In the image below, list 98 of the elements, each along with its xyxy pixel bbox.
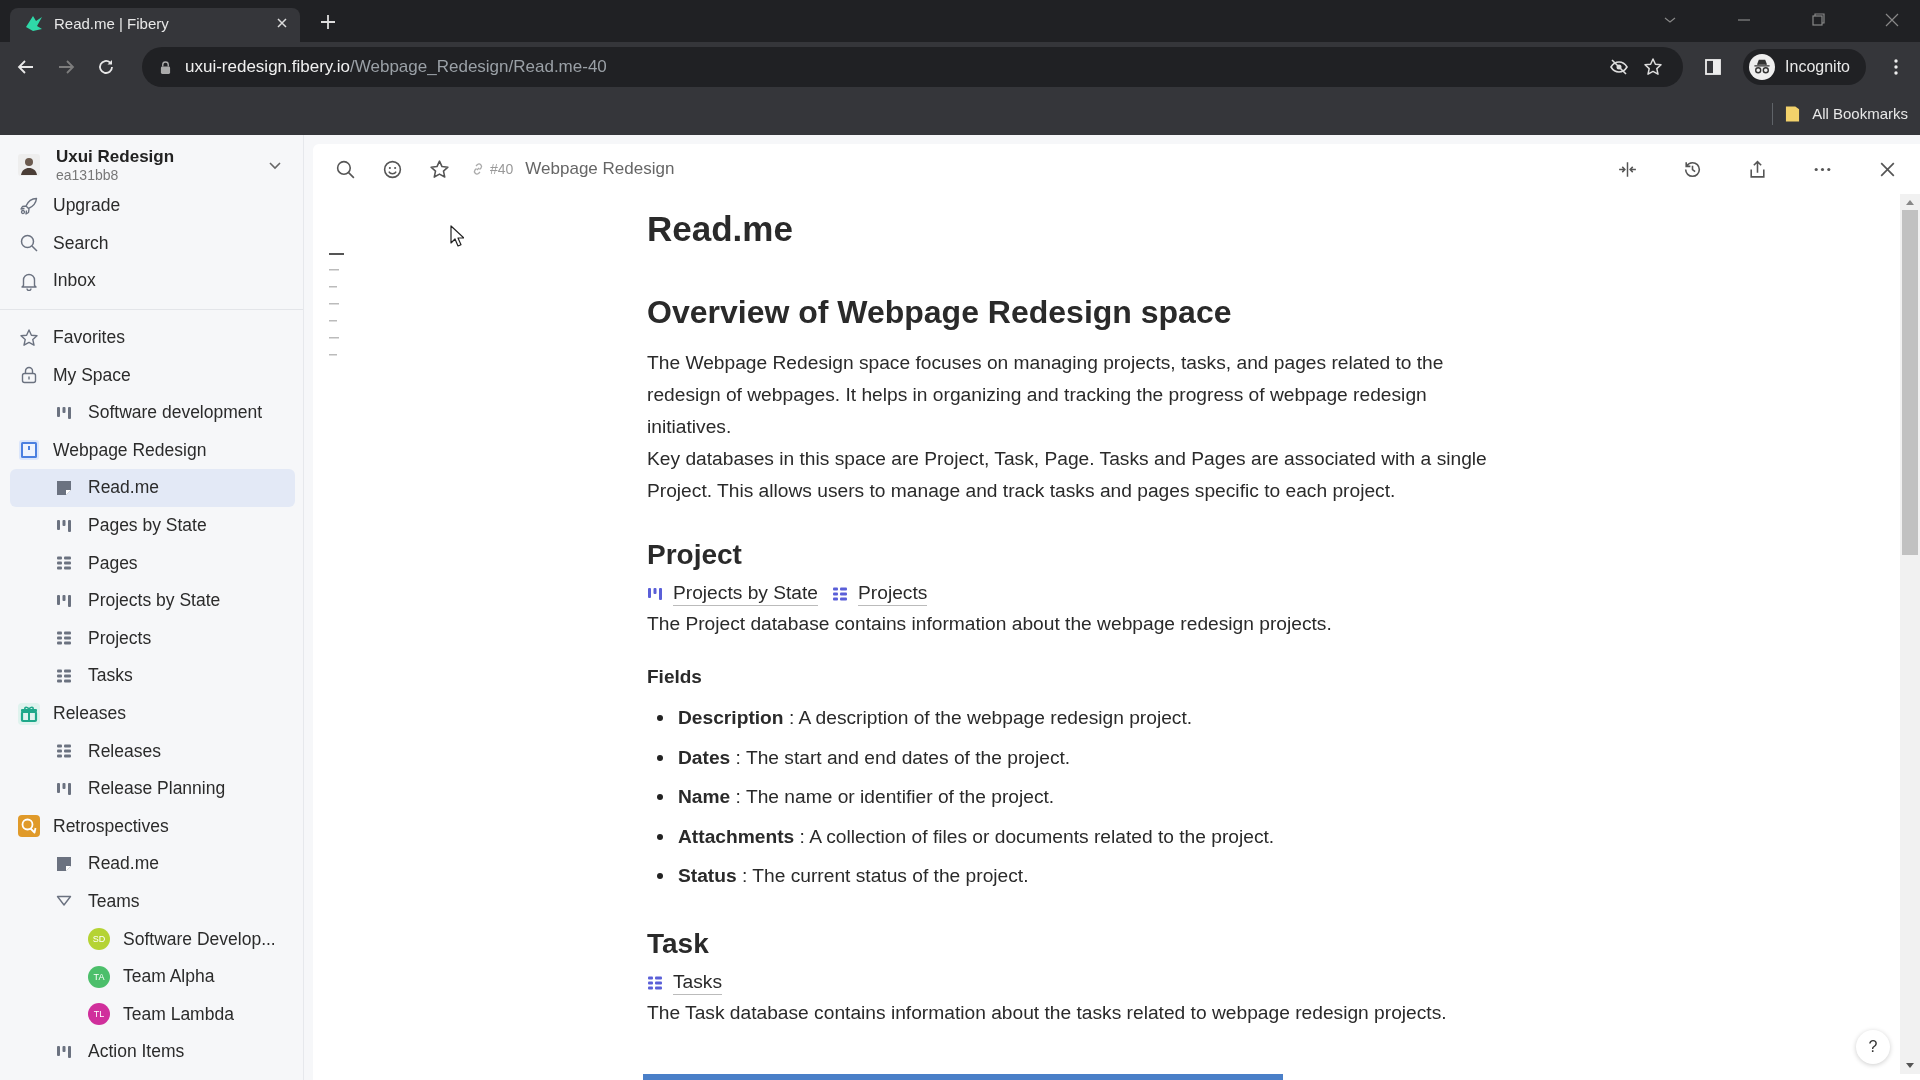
- table-icon: [647, 974, 663, 991]
- sidebar-item[interactable]: Read.me: [10, 845, 295, 883]
- vertical-scrollbar-thumb[interactable]: [1902, 210, 1918, 555]
- sidebar-item[interactable]: Projects: [10, 619, 295, 658]
- table-icon: [56, 630, 72, 647]
- board-icon: [56, 592, 72, 609]
- bullet-icon: [657, 794, 663, 801]
- bullet-icon: [657, 833, 663, 840]
- sidebar-item[interactable]: Releases: [10, 732, 295, 770]
- section-heading: Overview of Webpage Redesign space: [647, 292, 1233, 332]
- lock-icon: [19, 365, 39, 386]
- document-icon: [56, 855, 72, 872]
- breadcrumb-link[interactable]: Webpage Redesign: [525, 159, 675, 179]
- horizontal-scrollbar-thumb[interactable]: [643, 1074, 1283, 1080]
- board-icon: [56, 1043, 72, 1060]
- database-link[interactable]: Projects: [858, 581, 928, 607]
- board-icon: [56, 780, 72, 797]
- table-icon: [56, 667, 72, 684]
- share-icon[interactable]: [1747, 158, 1768, 180]
- bell-icon: [19, 271, 39, 291]
- search-icon[interactable]: [335, 158, 356, 180]
- team-avatar: TA: [88, 965, 110, 988]
- smiley-icon[interactable]: [382, 158, 403, 180]
- address-bar[interactable]: uxui-redesign.fibery.io/Webpage_Redesign/Read.me-40: [142, 47, 1684, 87]
- sidebar-item[interactable]: Read.me: [10, 469, 295, 507]
- bullet-icon: [657, 754, 663, 761]
- sidebar-item[interactable]: Teams: [10, 882, 295, 921]
- sidebar-item[interactable]: Retrospectives: [10, 807, 295, 846]
- document-title: Read.me: [647, 208, 794, 250]
- section-heading: Project: [647, 538, 743, 573]
- workspace-id: ea131bb8: [56, 167, 120, 183]
- list-item: Dates : The start and end dates of the project.: [678, 746, 1071, 770]
- sidebar-item[interactable]: Action Items: [10, 1033, 295, 1071]
- sidebar-nav-item[interactable]: Inbox: [10, 262, 295, 300]
- bullet-icon: [657, 873, 663, 880]
- sidebar-item[interactable]: Webpage Redesign: [10, 431, 295, 470]
- paragraph: The Project database contains information about the webpage redesign projects.: [647, 612, 1333, 637]
- folder-icon: [1785, 104, 1801, 123]
- url-text: uxui-redesign.fibery.io/Webpage_Redesign/Read.me-40: [185, 57, 607, 77]
- table-icon: [56, 555, 72, 572]
- close-tab-icon[interactable]: [276, 17, 288, 29]
- team-avatar: TL: [88, 1003, 110, 1026]
- sidebar-nav-item[interactable]: Upgrade: [10, 187, 295, 225]
- board-icon: [56, 517, 72, 534]
- sidebar-item[interactable]: Releases: [10, 694, 295, 733]
- search-icon: [19, 233, 39, 254]
- help-button[interactable]: ?: [1856, 1030, 1890, 1064]
- board-icon: [56, 404, 72, 421]
- sidebar-item[interactable]: SD Software Develop...: [10, 920, 295, 958]
- section-heading: Task: [647, 927, 710, 961]
- table-icon: [56, 743, 72, 760]
- lock-icon: [160, 60, 171, 74]
- workspace-name: Uxui Redesign: [56, 147, 176, 167]
- sidebar-item[interactable]: TL Team Lambda: [10, 995, 295, 1034]
- paragraph: The Task database contains information about the tasks related to webpage redesign projects.: [647, 1001, 1448, 1026]
- profile-button[interactable]: Incognito: [1743, 49, 1866, 85]
- list-item: Attachments : A collection of files or documents related to the project.: [678, 825, 1275, 849]
- list-item: Status : The current status of the project.: [678, 864, 1029, 889]
- sidebar-item[interactable]: Pages: [10, 544, 295, 582]
- user-avatar: [18, 154, 40, 176]
- sidebar-item[interactable]: Tasks: [10, 657, 295, 695]
- workspace-switcher[interactable]: Uxui Redesign ea131bb8: [10, 141, 295, 187]
- sidebar-item[interactable]: Favorites: [10, 318, 295, 357]
- sidebar-item[interactable]: Release Planning: [10, 769, 295, 808]
- sidebar-item[interactable]: Projects by State: [10, 581, 295, 620]
- paragraph: Key databases in this space are Project, Task, Page. Tasks and Pages are associated with a single Project. This allows users to manage and track tasks and pages specific to each project.: [647, 447, 1488, 504]
- team-avatar: SD: [88, 928, 110, 951]
- scroll-up-icon[interactable]: [1905, 198, 1915, 206]
- sidebar-item[interactable]: Software development: [10, 393, 295, 432]
- database-link[interactable]: Tasks: [673, 970, 723, 996]
- bookmark-star-icon[interactable]: [1643, 57, 1664, 77]
- incognito-icon: [1749, 54, 1776, 80]
- rocket-icon: [19, 195, 39, 216]
- list-item: Description : A description of the webpage redesign project.: [678, 706, 1193, 731]
- browser-tab[interactable]: Read.me | Fibery: [10, 8, 300, 42]
- sidebar-item[interactable]: My Space: [10, 356, 295, 394]
- new-tab-icon[interactable]: [320, 14, 336, 30]
- table-icon: [832, 586, 849, 602]
- restore-icon[interactable]: [1810, 12, 1826, 28]
- paragraph: The Webpage Redesign space focuses on managing projects, tasks, and pages related to the redesign of webpages. It helps in organizing and tracking the progress of webpage redesign initiatives.: [647, 351, 1445, 440]
- board-icon: [647, 586, 663, 602]
- document-icon: [56, 479, 72, 496]
- eye-off-icon[interactable]: [1609, 57, 1630, 77]
- close-window-icon[interactable]: [1884, 12, 1900, 28]
- bullet-icon: [657, 715, 663, 722]
- sidebar-item[interactable]: TA Team Alpha: [10, 957, 295, 996]
- list-item: Name : The name or identifier of the project.: [678, 785, 1055, 810]
- bookmarks-folder[interactable]: All Bookmarks: [1785, 104, 1908, 123]
- database-link[interactable]: Projects by State: [673, 581, 819, 607]
- scroll-down-icon[interactable]: [1905, 1062, 1915, 1070]
- sidebar-nav-item[interactable]: Search: [10, 224, 295, 263]
- star-icon: [19, 327, 39, 348]
- mouse-cursor-icon: [450, 225, 464, 247]
- star-icon[interactable]: [429, 158, 450, 180]
- sidebar-item[interactable]: Pages by State: [10, 506, 295, 545]
- side-panel-icon[interactable]: [1703, 57, 1724, 77]
- subheading: Fields: [647, 666, 703, 689]
- reload-icon[interactable]: [96, 57, 116, 77]
